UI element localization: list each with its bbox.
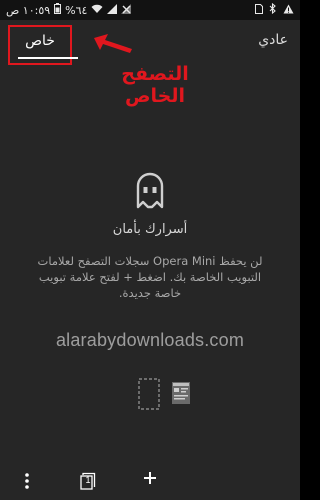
active-tab-indicator [18,57,78,59]
signal-icon [107,3,118,17]
more-vert-icon[interactable] [24,472,30,494]
muted-signal-icon [121,3,132,17]
status-bar-right [255,2,294,17]
arrow-icon [92,32,134,58]
warning-icon [283,4,294,17]
tab-private-label: خاص [25,33,55,49]
wifi-icon [91,4,103,17]
empty-state-title: أسرارك بأمان [112,222,188,237]
tab-count: 1 [85,475,91,485]
status-bar: ١٠:٥٩ ص %٦٤ [0,0,300,20]
tab-switcher-button[interactable]: 1 [80,472,96,490]
empty-state-description: لن يحفظ Opera Mini سجلات التصفح لعلامات … [37,254,263,300]
ghost-icon [131,172,169,214]
sim-icon [255,3,263,17]
annotation-label: التصفح الخاص [121,63,189,107]
tabs-illustration [138,378,194,414]
bluetooth-icon [269,2,277,17]
tab-normal[interactable]: عادي [258,32,288,48]
battery-percent: %٦٤ [65,3,88,17]
plus-icon[interactable] [142,470,158,490]
watermark: alarabydownloads.com [55,330,245,350]
battery-icon [54,3,62,17]
status-bar-left: ١٠:٥٩ ص %٦٤ [6,3,132,17]
status-time: ١٠:٥٩ ص [6,3,51,17]
bottom-toolbar: 1 [0,464,300,500]
tab-private[interactable]: خاص [8,25,78,65]
screen: ١٠:٥٩ ص %٦٤ خاص عادي التصفح الخاص أسرارك… [0,0,300,500]
